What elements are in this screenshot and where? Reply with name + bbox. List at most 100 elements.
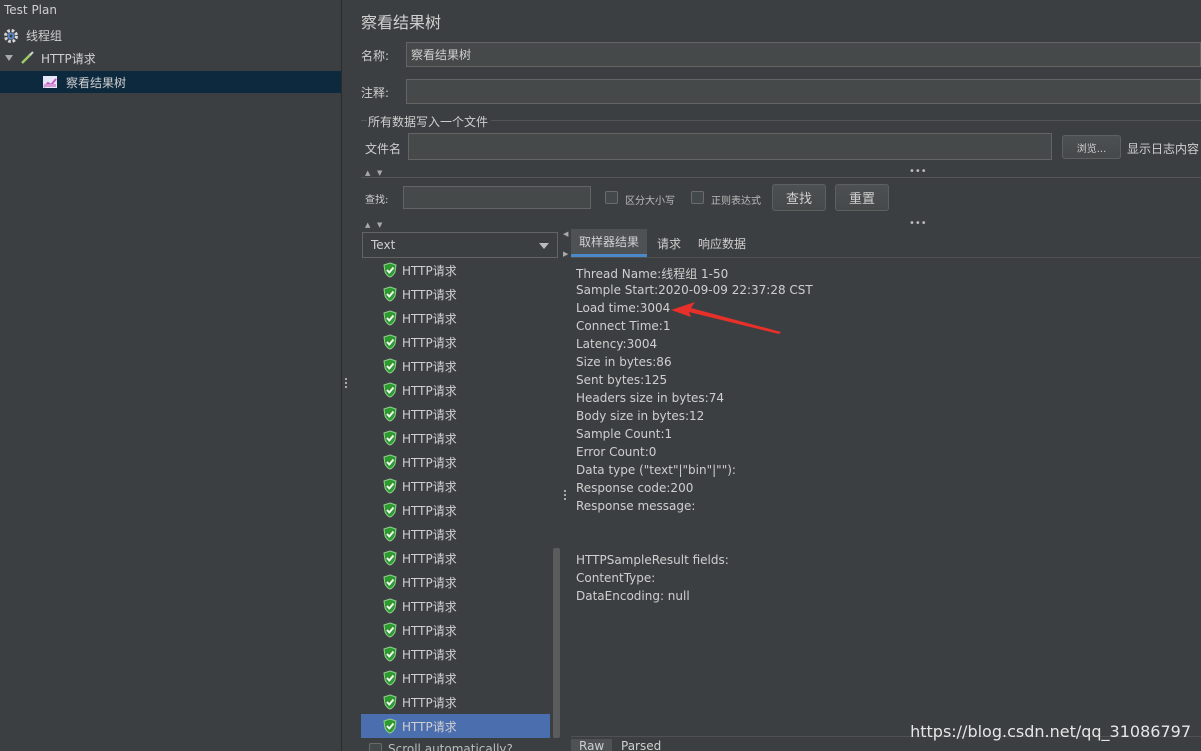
list-item[interactable]: HTTP请求: [361, 498, 550, 522]
list-item[interactable]: HTTP请求: [361, 450, 550, 474]
arrow-right-icon[interactable]: ▶: [563, 250, 568, 258]
result-line: DataEncoding: null: [576, 589, 690, 603]
result-line: Response message:: [576, 499, 696, 513]
list-item[interactable]: HTTP请求: [361, 618, 550, 642]
find-button[interactable]: 查找: [772, 184, 826, 211]
list-item-label: HTTP请求: [402, 623, 457, 638]
list-item[interactable]: HTTP请求: [361, 642, 550, 666]
list-item[interactable]: HTTP请求: [361, 258, 550, 282]
list-item[interactable]: HTTP请求: [361, 570, 550, 594]
tree-item-label: HTTP请求: [41, 51, 96, 66]
list-item-label: HTTP请求: [402, 479, 457, 494]
result-line: Sample Count:1: [576, 427, 673, 441]
lower-splitter[interactable]: ▲ ▼ •••: [361, 218, 1201, 229]
case-sensitive-checkbox[interactable]: [605, 191, 618, 204]
filename-field[interactable]: [408, 133, 1052, 160]
list-item[interactable]: HTTP请求: [361, 690, 550, 714]
arrow-left-icon[interactable]: ◀: [563, 230, 568, 238]
list-item-label: HTTP请求: [402, 719, 457, 734]
result-line: ContentType:: [576, 571, 656, 585]
list-item[interactable]: HTTP请求: [361, 426, 550, 450]
list-item-label: HTTP请求: [402, 263, 457, 278]
group-border: [491, 120, 1201, 121]
tree-item-label: 线程组: [26, 28, 63, 43]
list-item-label: HTTP请求: [402, 599, 457, 614]
tree-item-http-request[interactable]: HTTP请求: [0, 47, 341, 69]
grip-dot: [564, 494, 566, 496]
tree-item-thread-group[interactable]: 线程组: [0, 24, 341, 46]
list-item[interactable]: HTTP请求: [361, 282, 550, 306]
top-splitter[interactable]: ▲ ▼ •••: [361, 166, 1201, 177]
results-list[interactable]: HTTP请求 HTTP请求 HTTP请求 HTTP请求 HTTP请求 HTTP请求 HTTP…: [361, 258, 551, 738]
result-line: Connect Time:1: [576, 319, 671, 333]
success-check-icon: [383, 430, 397, 446]
name-field[interactable]: 察看结果树: [406, 42, 1201, 67]
result-line: Latency:3004: [576, 337, 658, 351]
filename-label: 文件名: [365, 142, 402, 156]
list-item[interactable]: HTTP请求: [361, 666, 550, 690]
grip-dot: [564, 498, 566, 500]
scroll-automatically-checkbox[interactable]: [369, 743, 382, 751]
list-item-label: HTTP请求: [402, 455, 457, 470]
list-item-label: HTTP请求: [402, 695, 457, 710]
chevron-down-icon: [539, 243, 549, 249]
arrow-up-icon[interactable]: ▲: [365, 169, 370, 177]
list-item[interactable]: HTTP请求: [361, 522, 550, 546]
sampler-result-text[interactable]: Thread Name:线程组 1-50 Sample Start:2020-09…: [571, 260, 1201, 736]
regex-checkbox[interactable]: [691, 191, 704, 204]
tab-request[interactable]: 请求: [649, 229, 689, 257]
tab-separator: [571, 257, 1201, 258]
search-input[interactable]: [403, 186, 591, 209]
list-item[interactable]: HTTP请求: [361, 306, 550, 330]
list-item[interactable]: HTTP请求: [361, 474, 550, 498]
result-line: Sample Start:2020-09-09 22:37:28 CST: [576, 283, 813, 297]
success-check-icon: [383, 574, 397, 590]
tree-item-test-plan[interactable]: Test Plan: [0, 0, 341, 20]
chevron-down-icon[interactable]: [5, 55, 13, 61]
tree-item-view-results-tree[interactable]: 察看结果树: [0, 71, 341, 93]
tab-parsed[interactable]: Parsed: [613, 739, 669, 751]
arrow-down-icon[interactable]: ▼: [377, 221, 382, 229]
list-item-label: HTTP请求: [402, 575, 457, 590]
success-check-icon: [383, 286, 397, 302]
reset-button[interactable]: 重置: [835, 184, 889, 211]
case-sensitive-label: 区分大小写: [625, 196, 675, 207]
pipette-icon: [19, 50, 35, 66]
renderer-select[interactable]: Text: [362, 232, 558, 258]
success-check-icon: [383, 694, 397, 710]
tree-splitter[interactable]: [341, 0, 349, 751]
results-scrollbar[interactable]: [552, 258, 561, 740]
search-label: 查找:: [365, 195, 389, 206]
tab-raw[interactable]: Raw: [571, 739, 613, 751]
list-item-label: HTTP请求: [402, 287, 457, 302]
tree-item-label: Test Plan: [4, 3, 57, 17]
arrow-down-icon[interactable]: ▼: [377, 169, 382, 177]
success-check-icon: [383, 262, 397, 278]
success-check-icon: [383, 382, 397, 398]
list-item-label: HTTP请求: [402, 671, 457, 686]
result-line: Thread Name:线程组 1-50: [576, 267, 729, 281]
list-item[interactable]: HTTP请求: [361, 354, 550, 378]
watermark: https://blog.csdn.net/qq_31086797: [910, 722, 1191, 741]
results-splitter[interactable]: ◀ ▶: [561, 228, 571, 751]
scroll-automatically-label: Scroll automatically?: [388, 742, 513, 751]
list-item[interactable]: HTTP请求: [361, 546, 550, 570]
result-line: Body size in bytes:12: [576, 409, 705, 423]
comment-field[interactable]: [406, 79, 1201, 104]
list-item[interactable]: HTTP请求: [361, 330, 550, 354]
list-item[interactable]: HTTP请求: [361, 594, 550, 618]
list-item[interactable]: HTTP请求: [361, 402, 550, 426]
tab-response-data[interactable]: 响应数据: [690, 229, 754, 257]
list-item[interactable]: HTTP请求: [361, 378, 550, 402]
success-check-icon: [383, 646, 397, 662]
scrollbar-thumb[interactable]: [553, 548, 560, 738]
browse-button[interactable]: 浏览...: [1062, 135, 1121, 159]
result-line: Sent bytes:125: [576, 373, 668, 387]
result-line: Data type ("text"|"bin"|""):: [576, 463, 736, 477]
arrow-up-icon[interactable]: ▲: [365, 221, 370, 229]
success-check-icon: [383, 550, 397, 566]
name-label: 名称:: [361, 49, 390, 63]
list-item[interactable]: HTTP请求: [361, 714, 550, 738]
success-check-icon: [383, 502, 397, 518]
tab-sampler-result[interactable]: 取样器结果: [571, 229, 648, 257]
